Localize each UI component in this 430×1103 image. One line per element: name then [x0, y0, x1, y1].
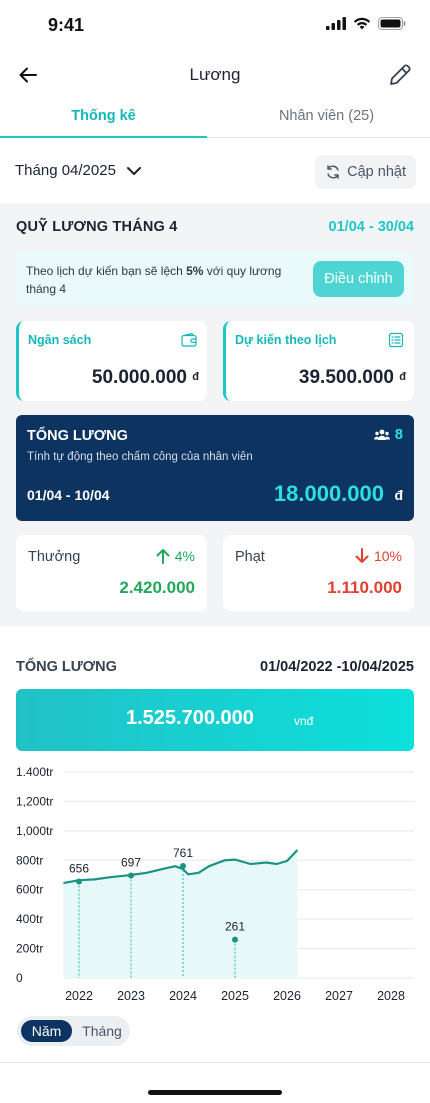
y-tick-label: 600tr: [16, 883, 43, 897]
wifi-icon: [353, 17, 371, 30]
salary-fund-section: QUỸ LƯƠNG THÁNG 4 01/04 - 30/04 Theo lịc…: [0, 203, 430, 626]
data-label: 761: [173, 846, 193, 860]
wallet-icon: [181, 332, 197, 347]
notice-text: Theo lịch dự kiến bạn sẽ lệch 5% với quy…: [26, 262, 310, 298]
total-salary-unit: đ: [394, 487, 403, 503]
summary-total-value: 1.525.700.000: [126, 707, 254, 729]
data-point: [76, 878, 82, 885]
period-toggle: Năm Tháng: [17, 1016, 130, 1046]
fund-title: QUỸ LƯƠNG THÁNG 4: [16, 219, 178, 235]
list-icon: [388, 332, 404, 348]
arrow-up-icon: [156, 549, 170, 564]
refresh-button[interactable]: Cập nhật: [315, 155, 416, 189]
x-tick-label: 2023: [117, 989, 145, 1003]
budget-card[interactable]: Ngân sách 50.000.000 đ: [16, 321, 207, 401]
x-tick-label: 2028: [377, 989, 405, 1003]
notice-percent: 5%: [186, 264, 204, 278]
adjust-button[interactable]: Điều chỉnh: [313, 261, 404, 297]
summary-total-banner: 1.525.700.000 vnđ: [16, 689, 414, 751]
bonus-label: Thưởng: [28, 549, 81, 565]
tab-employees[interactable]: Nhân viên (25): [223, 108, 430, 124]
notice-prefix: Theo lịch dự kiến bạn sẽ lệch: [26, 264, 187, 278]
pencil-icon: [390, 64, 411, 85]
salary-chart-section: TỔNG LƯƠNG 01/04/2022 -10/04/2025 1.525.…: [0, 640, 430, 1063]
summary-total-unit: vnđ: [294, 714, 314, 728]
status-icons: [326, 17, 406, 30]
budget-unit: đ: [192, 371, 199, 383]
month-selector[interactable]: Tháng 04/2025: [15, 162, 142, 179]
y-tick-label: 1.400tr: [16, 765, 53, 779]
refresh-icon: [327, 165, 339, 179]
staff-count-value: 8: [394, 427, 403, 443]
y-tick-label: 0: [16, 971, 23, 985]
bonus-percent: 4%: [174, 548, 195, 564]
penalty-change: 10%: [355, 548, 402, 564]
penalty-card[interactable]: Phạt 10% 1.110.000: [223, 535, 414, 611]
fund-date-range: 01/04 - 30/04: [328, 219, 414, 235]
data-point: [128, 872, 134, 879]
cellular-signal-icon: [326, 17, 346, 30]
chevron-down-icon: [126, 166, 141, 175]
budget-label: Ngân sách: [28, 333, 92, 347]
total-salary-card[interactable]: TỔNG LƯƠNG 8 Tính tự động theo chấm công…: [16, 415, 414, 521]
toggle-month[interactable]: Tháng: [77, 1020, 127, 1042]
total-salary-title: TỔNG LƯƠNG: [27, 428, 128, 444]
y-tick-label: 800tr: [16, 853, 43, 867]
x-tick-label: 2025: [221, 989, 249, 1003]
data-point: [232, 936, 238, 943]
x-tick-label: 2024: [169, 989, 197, 1003]
month-selector-label: Tháng 04/2025: [15, 162, 116, 179]
nav-bar: Lương: [0, 52, 430, 98]
planned-unit: đ: [399, 371, 406, 383]
toggle-year[interactable]: Năm: [21, 1020, 72, 1042]
y-tick-label: 1,200tr: [16, 794, 53, 808]
data-point: [180, 863, 186, 870]
total-salary-subtitle: Tính tự động theo chấm công của nhân viê…: [27, 451, 253, 463]
bonus-change: 4%: [156, 548, 195, 564]
bonus-card[interactable]: Thưởng 4% 2.420.000: [16, 535, 207, 611]
planned-value: 39.500.000: [298, 367, 394, 388]
home-indicator: [148, 1090, 282, 1095]
people-icon: [373, 429, 390, 440]
budget-value: 50.000.000: [91, 367, 187, 388]
penalty-percent: 10%: [373, 548, 402, 564]
summary-range: 01/04/2022 -10/04/2025: [260, 659, 414, 675]
filter-row: Tháng 04/2025 Cập nhật: [0, 145, 430, 200]
staff-count: 8: [373, 427, 403, 443]
data-label: 656: [69, 861, 89, 875]
total-salary-amount: 18.000.000: [273, 481, 384, 506]
planned-label: Dự kiến theo lịch: [235, 333, 337, 347]
page-title: Lương: [189, 65, 241, 84]
status-bar: 9:41: [0, 0, 430, 50]
deviation-notice: Theo lịch dự kiến bạn sẽ lệch 5% với quy…: [16, 252, 414, 306]
summary-title: TỔNG LƯƠNG: [16, 659, 117, 675]
tab-statistics[interactable]: Thống kê: [0, 108, 207, 124]
x-tick-label: 2026: [273, 989, 301, 1003]
x-tick-label: 2022: [65, 989, 93, 1003]
y-tick-label: 1,000tr: [16, 824, 53, 838]
tab-bar: Thống kê Nhân viên (25): [0, 100, 430, 138]
edit-button[interactable]: [386, 61, 414, 89]
y-tick-label: 200tr: [16, 942, 43, 956]
status-time: 9:41: [48, 15, 85, 35]
arrow-down-icon: [355, 548, 369, 563]
battery-icon: [378, 17, 406, 30]
refresh-label: Cập nhật: [347, 164, 406, 180]
bonus-value: 2.420.000: [119, 578, 195, 597]
salary-area-chart[interactable]: 0 200tr 400tr 600tr 800tr 1,000tr 1,200tr 1.400…: [0, 762, 430, 1012]
penalty-label: Phạt: [235, 549, 265, 565]
x-tick-label: 2027: [325, 989, 353, 1003]
penalty-value: 1.110.000: [327, 578, 402, 597]
data-label: 697: [121, 855, 141, 869]
y-tick-label: 400tr: [16, 912, 43, 926]
total-salary-period: 01/04 - 10/04: [27, 487, 110, 503]
active-tab-indicator: [0, 136, 207, 138]
planned-card[interactable]: Dự kiến theo lịch 39.500.000 đ: [223, 321, 414, 401]
data-label: 261: [225, 920, 245, 934]
